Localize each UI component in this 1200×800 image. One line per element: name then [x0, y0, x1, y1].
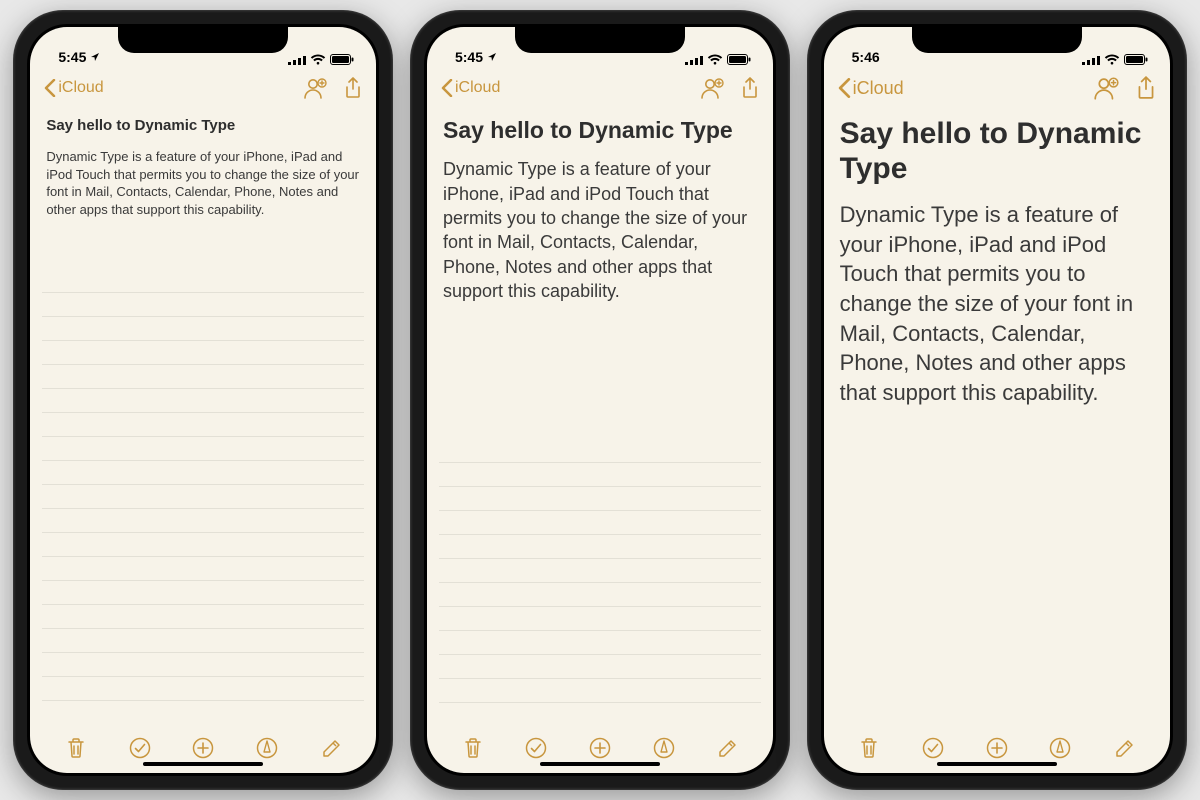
cellular-signal-icon [288, 55, 306, 65]
bezel: 5:45 iCloud [424, 24, 776, 776]
back-button[interactable]: iCloud [838, 78, 904, 99]
status-time: 5:45 [455, 49, 483, 65]
back-button[interactable]: iCloud [441, 79, 500, 97]
plus-circle-icon [986, 737, 1008, 759]
ruled-lines [439, 439, 761, 723]
note-content[interactable]: Say hello to Dynamic Type Dynamic Type i… [30, 109, 376, 723]
check-circle-icon [525, 737, 547, 759]
trash-icon [859, 737, 879, 759]
add-person-button[interactable] [699, 77, 725, 99]
compose-button[interactable] [714, 735, 740, 761]
add-person-button[interactable] [302, 77, 328, 99]
trash-icon [66, 737, 86, 759]
location-arrow-icon [90, 52, 100, 62]
cellular-signal-icon [1082, 55, 1100, 65]
trash-icon [463, 737, 483, 759]
draw-circle-icon [1049, 737, 1071, 759]
draw-button[interactable] [254, 735, 280, 761]
phone-small: 5:45 [13, 10, 393, 790]
back-label: iCloud [58, 79, 103, 97]
check-circle-icon [129, 737, 151, 759]
note-body: Dynamic Type is a feature of your iPhone… [46, 148, 360, 218]
status-time: 5:45 [58, 49, 86, 65]
note-content[interactable]: Say hello to Dynamic Type Dynamic Type i… [427, 109, 773, 723]
share-button[interactable] [741, 77, 759, 99]
note-title: Say hello to Dynamic Type [46, 117, 360, 134]
status-time: 5:46 [852, 49, 880, 65]
compose-icon [716, 737, 738, 759]
draw-circle-icon [653, 737, 675, 759]
screen: 5:45 [30, 27, 376, 773]
plus-circle-icon [589, 737, 611, 759]
check-button[interactable] [127, 735, 153, 761]
check-circle-icon [922, 737, 944, 759]
check-button[interactable] [523, 735, 549, 761]
back-label: iCloud [853, 78, 904, 99]
add-person-icon [1092, 76, 1120, 100]
wifi-icon [310, 54, 326, 65]
notch [515, 27, 685, 53]
check-button[interactable] [920, 735, 946, 761]
wifi-icon [707, 54, 723, 65]
compose-icon [1113, 737, 1135, 759]
add-person-icon [699, 77, 725, 99]
battery-icon [330, 54, 354, 65]
draw-button[interactable] [1047, 735, 1073, 761]
screen: 5:45 iCloud [427, 27, 773, 773]
notch [912, 27, 1082, 53]
nav-bar: iCloud [30, 67, 376, 109]
back-button[interactable]: iCloud [44, 79, 103, 97]
note-content[interactable]: Say hello to Dynamic Type Dynamic Type i… [824, 109, 1170, 723]
draw-button[interactable] [651, 735, 677, 761]
add-person-button[interactable] [1092, 76, 1120, 100]
chevron-left-icon [44, 79, 56, 97]
phone-medium: 5:45 iCloud [410, 10, 790, 790]
battery-icon [727, 54, 751, 65]
compose-button[interactable] [1111, 735, 1137, 761]
phone-large: 5:46 iCloud Say hello t [807, 10, 1187, 790]
cellular-signal-icon [685, 55, 703, 65]
notch [118, 27, 288, 53]
note-body: Dynamic Type is a feature of your iPhone… [840, 200, 1154, 408]
battery-icon [1124, 54, 1148, 65]
bezel: 5:46 iCloud Say hello t [821, 24, 1173, 776]
trash-button[interactable] [856, 735, 882, 761]
home-indicator[interactable] [143, 762, 263, 766]
share-button[interactable] [1136, 76, 1156, 100]
plus-circle-icon [192, 737, 214, 759]
wifi-icon [1104, 54, 1120, 65]
plus-button[interactable] [190, 735, 216, 761]
location-arrow-icon [487, 52, 497, 62]
draw-circle-icon [256, 737, 278, 759]
ruled-lines [42, 269, 364, 723]
share-icon [344, 77, 362, 99]
share-icon [1136, 76, 1156, 100]
home-indicator[interactable] [540, 762, 660, 766]
share-button[interactable] [344, 77, 362, 99]
trash-button[interactable] [63, 735, 89, 761]
screen: 5:46 iCloud Say hello t [824, 27, 1170, 773]
note-body: Dynamic Type is a feature of your iPhone… [443, 157, 757, 303]
plus-button[interactable] [984, 735, 1010, 761]
note-title: Say hello to Dynamic Type [443, 117, 757, 143]
add-person-icon [302, 77, 328, 99]
compose-icon [320, 737, 342, 759]
plus-button[interactable] [587, 735, 613, 761]
trash-button[interactable] [460, 735, 486, 761]
note-title: Say hello to Dynamic Type [840, 117, 1154, 186]
chevron-left-icon [441, 79, 453, 97]
chevron-left-icon [838, 78, 851, 98]
home-indicator[interactable] [937, 762, 1057, 766]
nav-bar: iCloud [427, 67, 773, 109]
back-label: iCloud [455, 79, 500, 97]
bezel: 5:45 [27, 24, 379, 776]
nav-bar: iCloud [824, 67, 1170, 109]
share-icon [741, 77, 759, 99]
compose-button[interactable] [318, 735, 344, 761]
